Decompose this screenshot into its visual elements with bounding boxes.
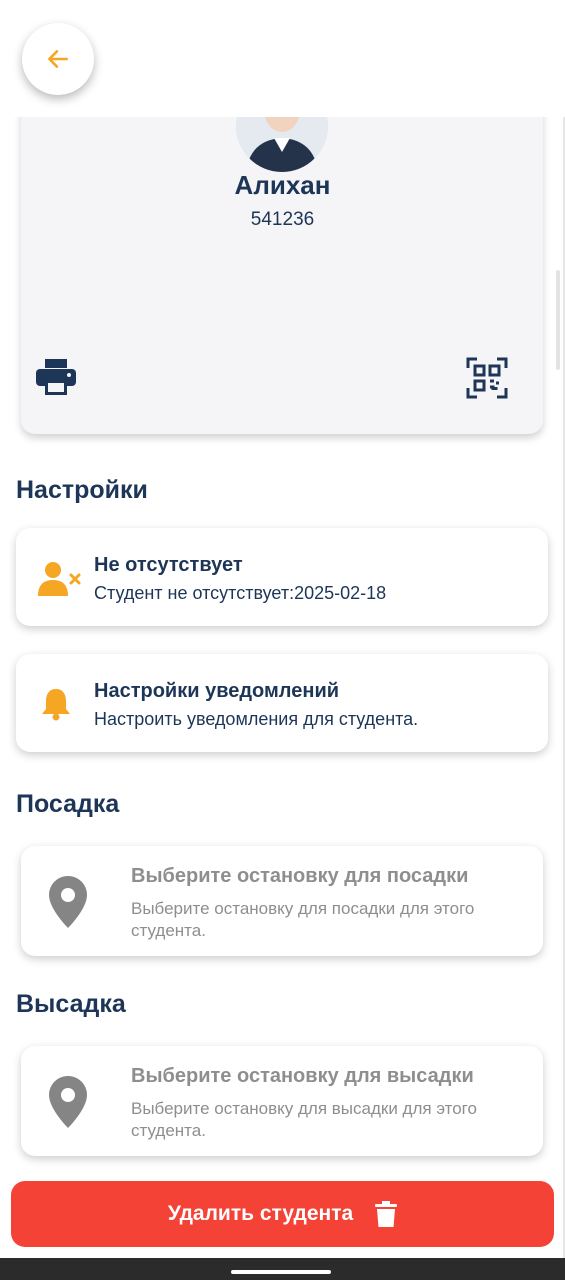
profile-card	[21, 80, 560, 434]
location-pin-icon	[49, 876, 87, 928]
settings-title: Настройки	[16, 476, 148, 504]
delete-student-button[interactable]: Удалить студента	[11, 1181, 554, 1247]
location-pin-icon	[49, 1076, 87, 1128]
user-remove-icon	[38, 562, 81, 596]
trash-icon	[375, 1201, 398, 1227]
pickup-title: Посадка	[16, 790, 120, 818]
bell-icon	[42, 689, 70, 721]
student-name: Алихан	[234, 170, 331, 200]
pickup-card-subtitle: Выберите остановку для посадки для этого…	[131, 899, 475, 940]
student-id: 541236	[250, 209, 315, 230]
printer-icon[interactable]	[35, 358, 77, 401]
dropoff-card-title: Выберите остановку для высадки	[131, 1065, 474, 1087]
back-button[interactable]	[22, 23, 94, 95]
scrollbar[interactable]	[556, 270, 560, 370]
home-gesture-handle[interactable]	[231, 1270, 331, 1274]
absence-title: Не отсутствует	[94, 554, 243, 576]
delete-button-label: Удалить студента	[167, 1202, 354, 1225]
pickup-card-title: Выберите остановку для посадки	[131, 865, 469, 887]
absence-subtitle: Студент не отсутствует:2025-02-18	[94, 583, 387, 603]
notifications-subtitle: Настроить уведомления для студента.	[94, 709, 419, 729]
dropoff-card-subtitle: Выберите остановку для высадки для этого…	[131, 1099, 477, 1140]
dropoff-title: Высадка	[16, 990, 126, 1018]
arrow-left-icon	[48, 50, 68, 68]
system-nav-bar	[0, 1258, 565, 1280]
dropoff-stop-card[interactable]: Выберите остановку для высадки Выберите …	[21, 1046, 543, 1156]
absence-card[interactable]: Не отсутствует Студент не отсутствует:20…	[16, 528, 548, 626]
qr-code-icon[interactable]	[466, 357, 508, 404]
notifications-title: Настройки уведомлений	[94, 680, 340, 702]
pickup-stop-card[interactable]: Выберите остановку для посадки Выберите …	[21, 846, 543, 956]
notifications-card[interactable]: Настройки уведомлений Настроить уведомле…	[16, 654, 548, 752]
